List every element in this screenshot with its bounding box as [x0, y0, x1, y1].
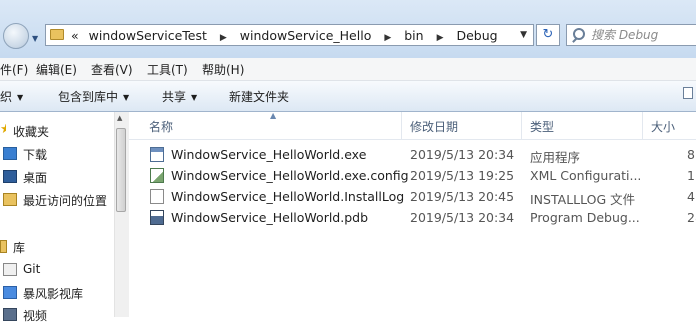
breadcrumb: « windowServiceTest ▶ windowService_Hell…: [71, 28, 498, 43]
nav-item-baofeng-library[interactable]: 暴风影视库: [0, 285, 114, 301]
address-bar[interactable]: « windowServiceTest ▶ windowService_Hell…: [45, 24, 534, 46]
file-type: 应用程序: [530, 150, 581, 165]
videos-icon: [3, 308, 17, 321]
breadcrumb-windowServiceTest[interactable]: windowServiceTest: [89, 28, 207, 43]
column-size[interactable]: 大小: [651, 118, 675, 135]
recent-pages-dropdown-icon[interactable]: ▼: [32, 34, 38, 43]
file-type: Program Debug...: [530, 210, 640, 225]
file-name: WindowService_HelloWorld.pdb: [171, 210, 369, 225]
column-name[interactable]: 名称: [149, 118, 173, 135]
log-file-icon: [150, 189, 164, 204]
nav-favorites[interactable]: ★ 收藏夹: [0, 123, 114, 139]
back-button[interactable]: [3, 23, 29, 49]
file-date: 2019/5/13 20:34: [410, 147, 515, 162]
breadcrumb-windowService-Hello[interactable]: windowService_Hello: [240, 28, 372, 43]
file-size: 8: [687, 147, 695, 162]
pdb-file-icon: [150, 210, 164, 225]
breadcrumb-bin[interactable]: bin: [404, 28, 423, 43]
desktop-icon: [3, 170, 17, 183]
recent-places-icon: [3, 193, 17, 206]
column-type[interactable]: 类型: [530, 118, 554, 135]
menu-tools[interactable]: 工具(T): [147, 61, 188, 78]
file-row[interactable]: WindowService_HelloWorld.exe 2019/5/13 2…: [129, 144, 696, 165]
toolbar: 织 ▼ 包含到库中 ▼ 共享 ▼ 新建文件夹: [0, 81, 696, 112]
file-row[interactable]: WindowService_HelloWorld.pdb 2019/5/13 2…: [129, 207, 696, 228]
video-library-icon: [3, 286, 17, 299]
nav-item-videos[interactable]: 视频: [0, 307, 114, 323]
menu-help[interactable]: 帮助(H): [202, 61, 244, 78]
menu-file[interactable]: 件(F): [0, 61, 28, 78]
column-date-modified[interactable]: 修改日期: [410, 118, 458, 135]
file-size: 1: [687, 168, 695, 183]
file-size: 4: [687, 189, 695, 204]
file-size: 28: [687, 210, 696, 225]
file-type: INSTALLLOG 文件: [530, 192, 636, 207]
sort-ascending-icon: ▲: [270, 111, 277, 120]
file-row[interactable]: WindowService_HelloWorld.exe.config 2019…: [129, 165, 696, 186]
scroll-up-icon[interactable]: ▲: [117, 114, 122, 122]
new-folder-button[interactable]: 新建文件夹: [229, 88, 289, 105]
breadcrumb-separator-icon[interactable]: ▶: [220, 33, 227, 43]
menu-view[interactable]: 查看(V): [91, 61, 133, 78]
column-headers: 名称 修改日期 类型 大小: [129, 112, 696, 140]
nav-item-recent-places[interactable]: 最近访问的位置: [0, 192, 114, 208]
breadcrumb-Debug[interactable]: Debug: [456, 28, 497, 43]
nav-item-desktop[interactable]: 桌面: [0, 169, 114, 185]
nav-item-git[interactable]: Git: [0, 262, 114, 278]
share-button[interactable]: 共享 ▼: [162, 88, 197, 105]
config-file-icon: [150, 168, 164, 183]
menu-bar: 件(F) 编辑(E) 查看(V) 工具(T) 帮助(H): [0, 58, 696, 81]
nav-item-downloads[interactable]: 下载: [0, 146, 114, 162]
scrollbar-thumb[interactable]: [116, 128, 126, 212]
breadcrumb-separator-icon[interactable]: ▶: [384, 33, 391, 43]
file-name: WindowService_HelloWorld.exe: [171, 147, 367, 162]
file-type: XML Configurati...: [530, 168, 642, 183]
file-date: 2019/5/13 19:25: [410, 168, 515, 183]
breadcrumb-separator-icon[interactable]: ▶: [437, 33, 444, 43]
nav-libraries[interactable]: 库: [0, 239, 114, 255]
refresh-icon[interactable]: ↻: [536, 24, 560, 46]
file-date: 2019/5/13 20:45: [410, 189, 515, 204]
file-name: WindowService_HelloWorld.exe.config: [171, 168, 409, 183]
chevron-down-icon: ▼: [191, 93, 198, 102]
downloads-folder-icon: [3, 147, 17, 160]
breadcrumb-overflow[interactable]: «: [71, 28, 79, 43]
include-in-library-button[interactable]: 包含到库中 ▼: [58, 88, 129, 105]
folder-icon: [50, 29, 64, 40]
chevron-down-icon: ▼: [17, 93, 24, 102]
menu-edit[interactable]: 编辑(E): [36, 61, 77, 78]
preview-pane-icon[interactable]: [683, 87, 693, 99]
address-history-dropdown-icon[interactable]: ▼: [520, 30, 527, 40]
file-row[interactable]: WindowService_HelloWorld.InstallLog 2019…: [129, 186, 696, 207]
file-name: WindowService_HelloWorld.InstallLog: [171, 189, 405, 204]
exe-file-icon: [150, 147, 164, 162]
file-date: 2019/5/13 20:34: [410, 210, 515, 225]
libraries-icon: [0, 240, 7, 253]
search-input[interactable]: 搜索 Debug: [566, 24, 696, 46]
organize-button[interactable]: 织 ▼: [0, 88, 23, 105]
chevron-down-icon: ▼: [123, 93, 130, 102]
star-icon: ★: [0, 124, 6, 137]
git-library-icon: [3, 263, 17, 276]
